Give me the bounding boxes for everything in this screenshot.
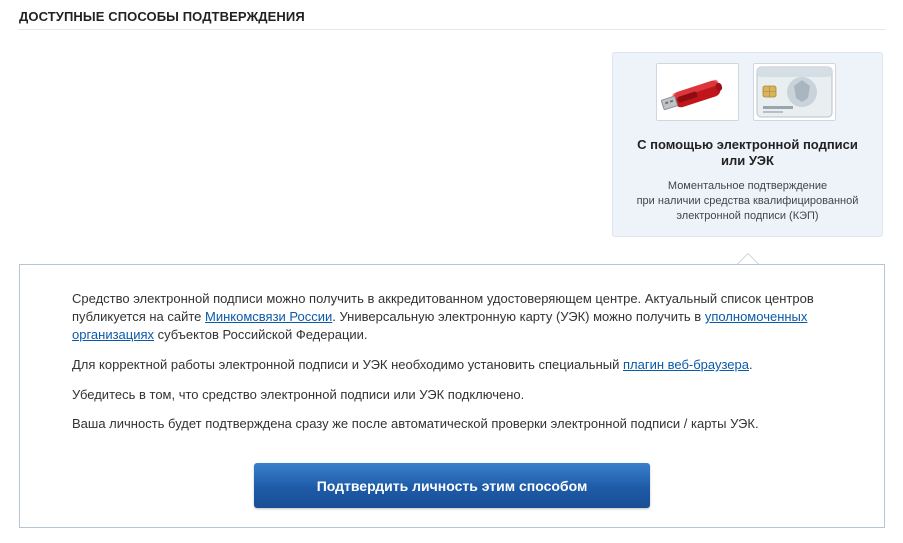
browser-plugin-link[interactable]: плагин веб-браузера: [623, 357, 749, 372]
confirm-identity-button[interactable]: Подтвердить личность этим способом: [254, 463, 650, 508]
details-paragraph-verification: Ваша личность будет подтверждена сразу ж…: [72, 416, 759, 431]
method-card-description: Моментальное подтверждение при наличии с…: [636, 180, 859, 222]
usb-token-icon: [656, 63, 739, 121]
section-divider: [19, 29, 885, 30]
method-details-panel: Средство электронной подписи можно получ…: [19, 264, 885, 528]
minkomsvyaz-link[interactable]: Минкомсвязи России: [205, 309, 332, 324]
details-paragraph-plugin: Для корректной работы электронной подпис…: [72, 357, 753, 372]
method-card-esignature[interactable]: С помощью электронной подписи или УЭК Мо…: [612, 52, 883, 237]
method-card-title: С помощью электронной подписи или УЭК: [637, 137, 858, 168]
section-title: ДОСТУПНЫЕ СПОСОБЫ ПОДТВЕРЖДЕНИЯ: [19, 9, 305, 24]
panel-pointer: [737, 253, 759, 264]
uek-card-icon: [753, 63, 836, 121]
details-paragraph-certification-centers: Средство электронной подписи можно получ…: [72, 291, 814, 342]
details-paragraph-connected: Убедитесь в том, что средство электронно…: [72, 387, 525, 402]
